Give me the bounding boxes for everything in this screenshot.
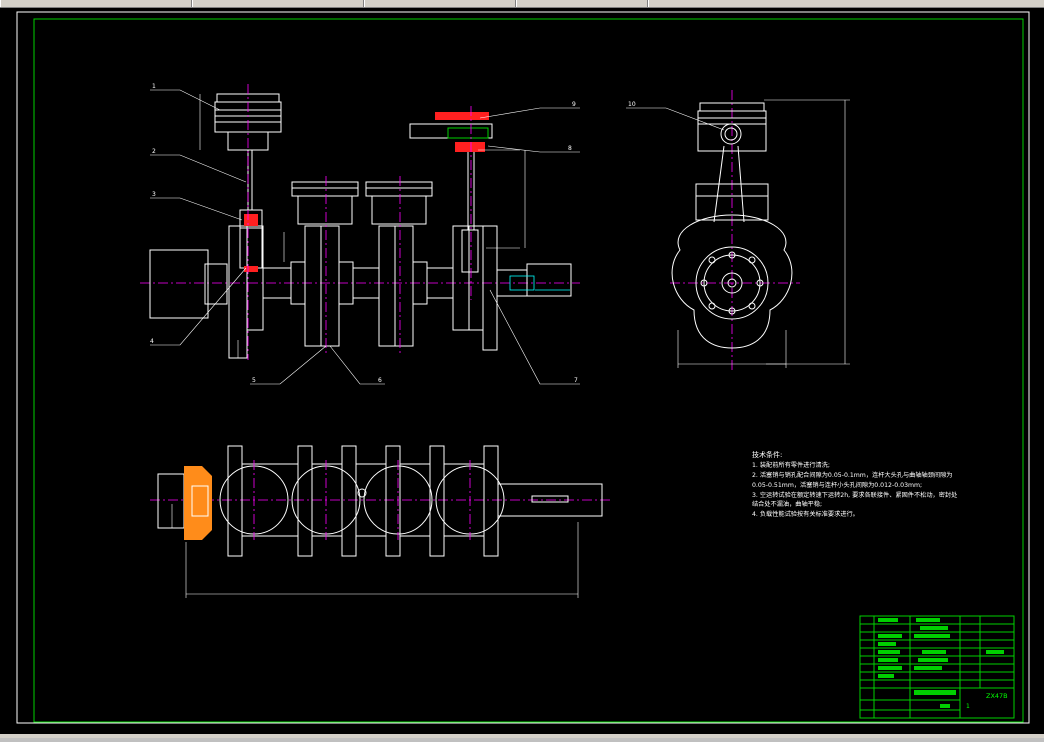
part-balloons: 1 2 3 4 5 6 7 8 9 10 bbox=[150, 83, 725, 385]
toolbar-segment[interactable] bbox=[192, 0, 364, 7]
tech-req-line-3: 0.05-0.51mm，活塞销与连杆小头孔间隙为0.012-0.03mm; bbox=[752, 481, 922, 489]
toolbar-segment[interactable] bbox=[0, 0, 192, 7]
balloon-3: 3 bbox=[152, 191, 156, 198]
balloon-9: 9 bbox=[572, 101, 576, 108]
technical-requirements: 技术条件: 1. 装配前所有零件进行清洗; 2. 活塞销与销孔配合间隙为0.05… bbox=[752, 450, 957, 518]
balloon-2: 2 bbox=[152, 148, 156, 155]
balloon-7: 7 bbox=[574, 377, 578, 384]
drawing-canvas[interactable]: 1 2 3 4 5 6 7 8 9 10 技术条件: 1. 装配前所有零件进行清… bbox=[0, 8, 1044, 738]
inner-drawing-border bbox=[33, 18, 1024, 723]
tech-req-title: 技术条件: bbox=[752, 450, 782, 459]
side-view bbox=[670, 90, 850, 370]
toolbar-segment[interactable] bbox=[364, 0, 516, 7]
toolbar-segment[interactable] bbox=[648, 0, 1044, 7]
title-block: ZX47B 1 bbox=[859, 615, 1015, 719]
tech-req-line-6: 4. 负载性能试验按有关标准要求进行。 bbox=[752, 510, 859, 518]
balloon-4: 4 bbox=[150, 338, 154, 345]
drawing-code: ZX47B bbox=[986, 692, 1008, 700]
sheet-number: 1 bbox=[966, 703, 970, 710]
balloon-10: 10 bbox=[628, 101, 636, 108]
cad-toolbar bbox=[0, 0, 1044, 8]
tech-req-line-2: 2. 活塞销与销孔配合间隙为0.05-0.1mm，连杆大头孔与曲轴轴颈间隙为 bbox=[752, 471, 952, 479]
toolbar-segment[interactable] bbox=[516, 0, 648, 7]
balloon-5: 5 bbox=[252, 377, 256, 384]
tech-req-line-4: 3. 空运转试验在额定转速下运转2h, 要求各联接件、紧固件不松动，密封处 bbox=[752, 491, 957, 499]
balloon-1: 1 bbox=[152, 83, 156, 90]
front-view bbox=[140, 84, 580, 360]
tech-req-line-5: 结合处不漏油，曲轴平稳; bbox=[752, 500, 822, 508]
balloon-8: 8 bbox=[568, 145, 572, 152]
tech-req-line-1: 1. 装配前所有零件进行清洗; bbox=[752, 461, 830, 469]
top-view bbox=[150, 445, 610, 598]
horizontal-scrollbar[interactable] bbox=[0, 734, 1044, 738]
assembly-drawing: 1 2 3 4 5 6 7 8 9 10 技术条件: 1. 装配前所有零件进行清… bbox=[16, 11, 1030, 724]
balloon-6: 6 bbox=[378, 377, 382, 384]
